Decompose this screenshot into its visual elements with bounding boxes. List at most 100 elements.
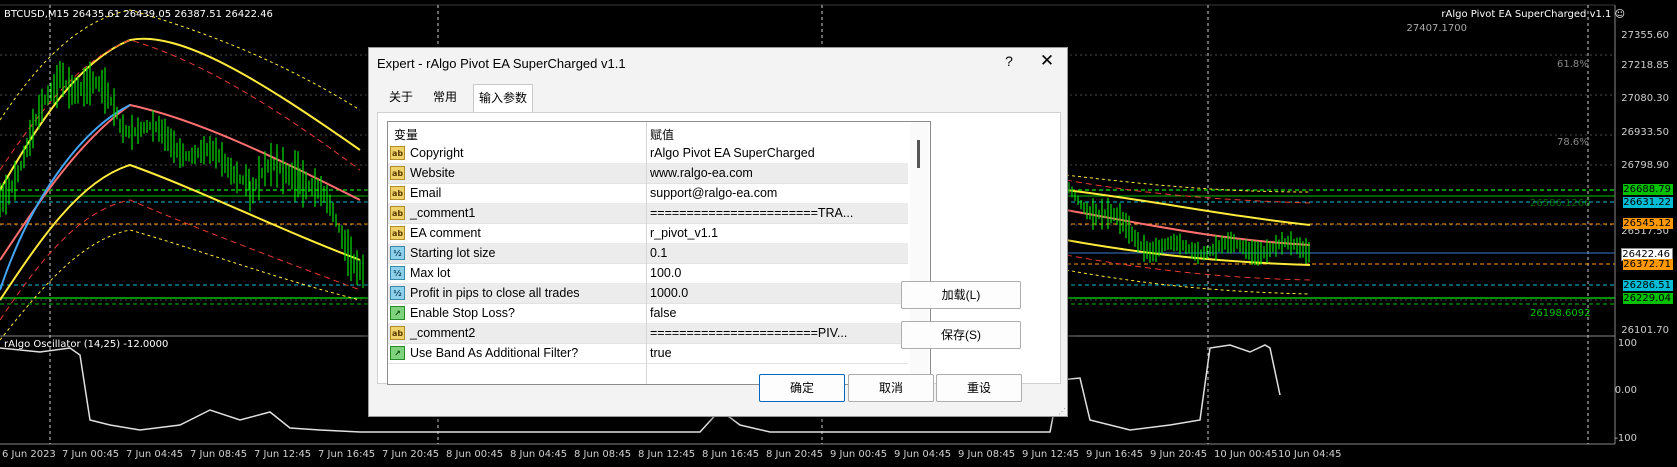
param-value[interactable]: 0.1 bbox=[650, 246, 905, 260]
row-separator bbox=[388, 363, 908, 364]
time-axis-label: 7 Jun 20:45 bbox=[382, 449, 440, 460]
param-value[interactable]: =======================PIV... bbox=[650, 326, 905, 340]
cancel-button[interactable]: 取消 bbox=[848, 374, 934, 402]
param-value[interactable]: r_pivot_v1.1 bbox=[650, 226, 905, 240]
osc-axis-label: 0.00 bbox=[1614, 385, 1637, 396]
table-row[interactable]: ab Email support@ralgo-ea.com bbox=[388, 183, 908, 204]
table-row[interactable]: ab Copyright rAlgo Pivot EA SuperCharged bbox=[388, 143, 908, 164]
time-axis-label: 8 Jun 08:45 bbox=[574, 449, 632, 460]
column-divider[interactable] bbox=[646, 122, 647, 384]
param-value[interactable]: true bbox=[650, 346, 905, 360]
reset-button[interactable]: 重设 bbox=[936, 374, 1022, 402]
price-tag: 26372.71 bbox=[1623, 259, 1673, 270]
param-name: Use Band As Additional Filter? bbox=[410, 346, 579, 360]
close-icon[interactable]: ✕ bbox=[1037, 51, 1057, 71]
scrollbar-thumb[interactable] bbox=[917, 140, 920, 168]
time-axis-label: 9 Jun 12:45 bbox=[1022, 449, 1080, 460]
time-axis-label: 9 Jun 04:45 bbox=[894, 449, 952, 460]
numeric-type-icon: ½ bbox=[390, 286, 405, 300]
fib-label: 26586.1266 bbox=[1530, 198, 1591, 209]
table-row[interactable]: ↗ Use Band As Additional Filter? true bbox=[388, 343, 908, 364]
param-name: Copyright bbox=[410, 146, 464, 160]
oscillator-info: rAlgo Oscillator (14,25) -12.0000 bbox=[4, 339, 169, 350]
table-row[interactable]: ab _comment2 =======================PIV... bbox=[388, 323, 908, 344]
param-name: Email bbox=[410, 186, 442, 200]
table-row[interactable]: ½ Starting lot size 0.1 bbox=[388, 243, 908, 264]
param-name: Starting lot size bbox=[410, 246, 496, 260]
string-type-icon: ab bbox=[390, 186, 405, 200]
param-value[interactable]: 100.0 bbox=[650, 266, 905, 280]
table-row[interactable]: ab _comment1 =======================TRA... bbox=[388, 203, 908, 224]
price-tag: 26229.04 bbox=[1623, 293, 1673, 304]
symbol-info: BTCUSD,M15 26435.61 26439.05 26387.51 26… bbox=[4, 9, 273, 20]
price-axis-label: 27355.60 bbox=[1621, 30, 1669, 41]
boolean-type-icon: ↗ bbox=[390, 346, 405, 360]
param-name: Website bbox=[410, 166, 455, 180]
tab-common[interactable]: 常用 bbox=[427, 84, 463, 110]
table-header: 变量 赋值 bbox=[388, 122, 908, 143]
column-value[interactable]: 赋值 bbox=[650, 126, 674, 143]
time-axis-label: 8 Jun 16:45 bbox=[702, 449, 760, 460]
time-axis-label: 7 Jun 16:45 bbox=[318, 449, 376, 460]
price-tag: 26286.51 bbox=[1623, 280, 1673, 291]
time-axis-label: 6 Jun 2023 bbox=[2, 449, 56, 460]
osc-axis-label: -100 bbox=[1614, 433, 1637, 444]
resize-grip-icon[interactable]: ⋰ bbox=[1058, 407, 1066, 416]
time-axis-label: 9 Jun 00:45 bbox=[830, 449, 888, 460]
help-button[interactable]: ? bbox=[999, 53, 1019, 69]
time-axis-label: 8 Jun 12:45 bbox=[638, 449, 696, 460]
tab-about[interactable]: 关于 bbox=[383, 84, 419, 110]
price-axis-label: 26933.50 bbox=[1621, 127, 1669, 138]
time-axis-label: 7 Jun 04:45 bbox=[126, 449, 184, 460]
price-tag: 26545.12 bbox=[1623, 218, 1673, 229]
string-type-icon: ab bbox=[390, 146, 405, 160]
time-axis-label: 10 Jun 04:45 bbox=[1278, 449, 1342, 460]
time-axis-label: 8 Jun 20:45 bbox=[766, 449, 824, 460]
table-row[interactable]: ↗ Enable Stop Loss? false bbox=[388, 303, 908, 324]
time-axis-label: 9 Jun 08:45 bbox=[958, 449, 1016, 460]
string-type-icon: ab bbox=[390, 166, 405, 180]
time-axis-label: 7 Jun 12:45 bbox=[254, 449, 312, 460]
param-value[interactable]: www.ralgo-ea.com bbox=[650, 166, 905, 180]
string-type-icon: ab bbox=[390, 326, 405, 340]
param-name: _comment2 bbox=[410, 326, 476, 340]
time-axis-label: 9 Jun 16:45 bbox=[1086, 449, 1144, 460]
param-value[interactable]: support@ralgo-ea.com bbox=[650, 186, 905, 200]
expert-properties-dialog[interactable]: Expert - rAlgo Pivot EA SuperCharged v1.… bbox=[368, 47, 1068, 417]
string-type-icon: ab bbox=[390, 206, 405, 220]
param-value[interactable]: 1000.0 bbox=[650, 286, 905, 300]
price-tag: 26688.79 bbox=[1623, 184, 1673, 195]
ea-label: rAlgo Pivot EA SuperCharged v1.1 ☺ bbox=[1441, 9, 1625, 20]
table-row[interactable]: ½ Profit in pips to close all trades 1000.… bbox=[388, 283, 908, 304]
price-tag: 26631.22 bbox=[1623, 197, 1673, 208]
fib-label: 78.6% bbox=[1557, 137, 1589, 148]
time-axis-label: 7 Jun 08:45 bbox=[190, 449, 248, 460]
dialog-title: Expert - rAlgo Pivot EA SuperCharged v1.… bbox=[377, 56, 626, 71]
save-button[interactable]: 保存(S) bbox=[901, 321, 1021, 349]
param-value[interactable]: =======================TRA... bbox=[650, 206, 905, 220]
price-axis-label: 27080.30 bbox=[1621, 93, 1669, 104]
numeric-type-icon: ½ bbox=[390, 266, 405, 280]
param-value[interactable]: rAlgo Pivot EA SuperCharged bbox=[650, 146, 905, 160]
table-row[interactable]: ½ Max lot 100.0 bbox=[388, 263, 908, 284]
fib-label: 26198.6092 bbox=[1530, 308, 1591, 319]
boolean-type-icon: ↗ bbox=[390, 306, 405, 320]
table-row[interactable]: ab Website www.ralgo-ea.com bbox=[388, 163, 908, 184]
inputs-table[interactable]: 变量 赋值 ab Copyright rAlgo Pivot EA SuperCha… bbox=[387, 121, 931, 385]
param-name: _comment1 bbox=[410, 206, 476, 220]
param-name: Enable Stop Loss? bbox=[410, 306, 515, 320]
table-row[interactable]: ab EA comment r_pivot_v1.1 bbox=[388, 223, 908, 244]
ok-button[interactable]: 确定 bbox=[759, 374, 845, 402]
param-value[interactable]: false bbox=[650, 306, 905, 320]
column-variable[interactable]: 变量 bbox=[394, 126, 418, 143]
param-name: Profit in pips to close all trades bbox=[410, 286, 580, 300]
param-name: EA comment bbox=[410, 226, 481, 240]
load-button[interactable]: 加载(L) bbox=[901, 281, 1021, 309]
price-label: 27407.1700 bbox=[1406, 23, 1467, 34]
fib-label: 61.8% bbox=[1557, 59, 1589, 70]
param-name: Max lot bbox=[410, 266, 451, 280]
tab-inputs[interactable]: 输入参数 bbox=[473, 84, 533, 112]
time-axis-label: 8 Jun 04:45 bbox=[510, 449, 568, 460]
time-axis-label: 7 Jun 00:45 bbox=[62, 449, 120, 460]
numeric-type-icon: ½ bbox=[390, 246, 405, 260]
